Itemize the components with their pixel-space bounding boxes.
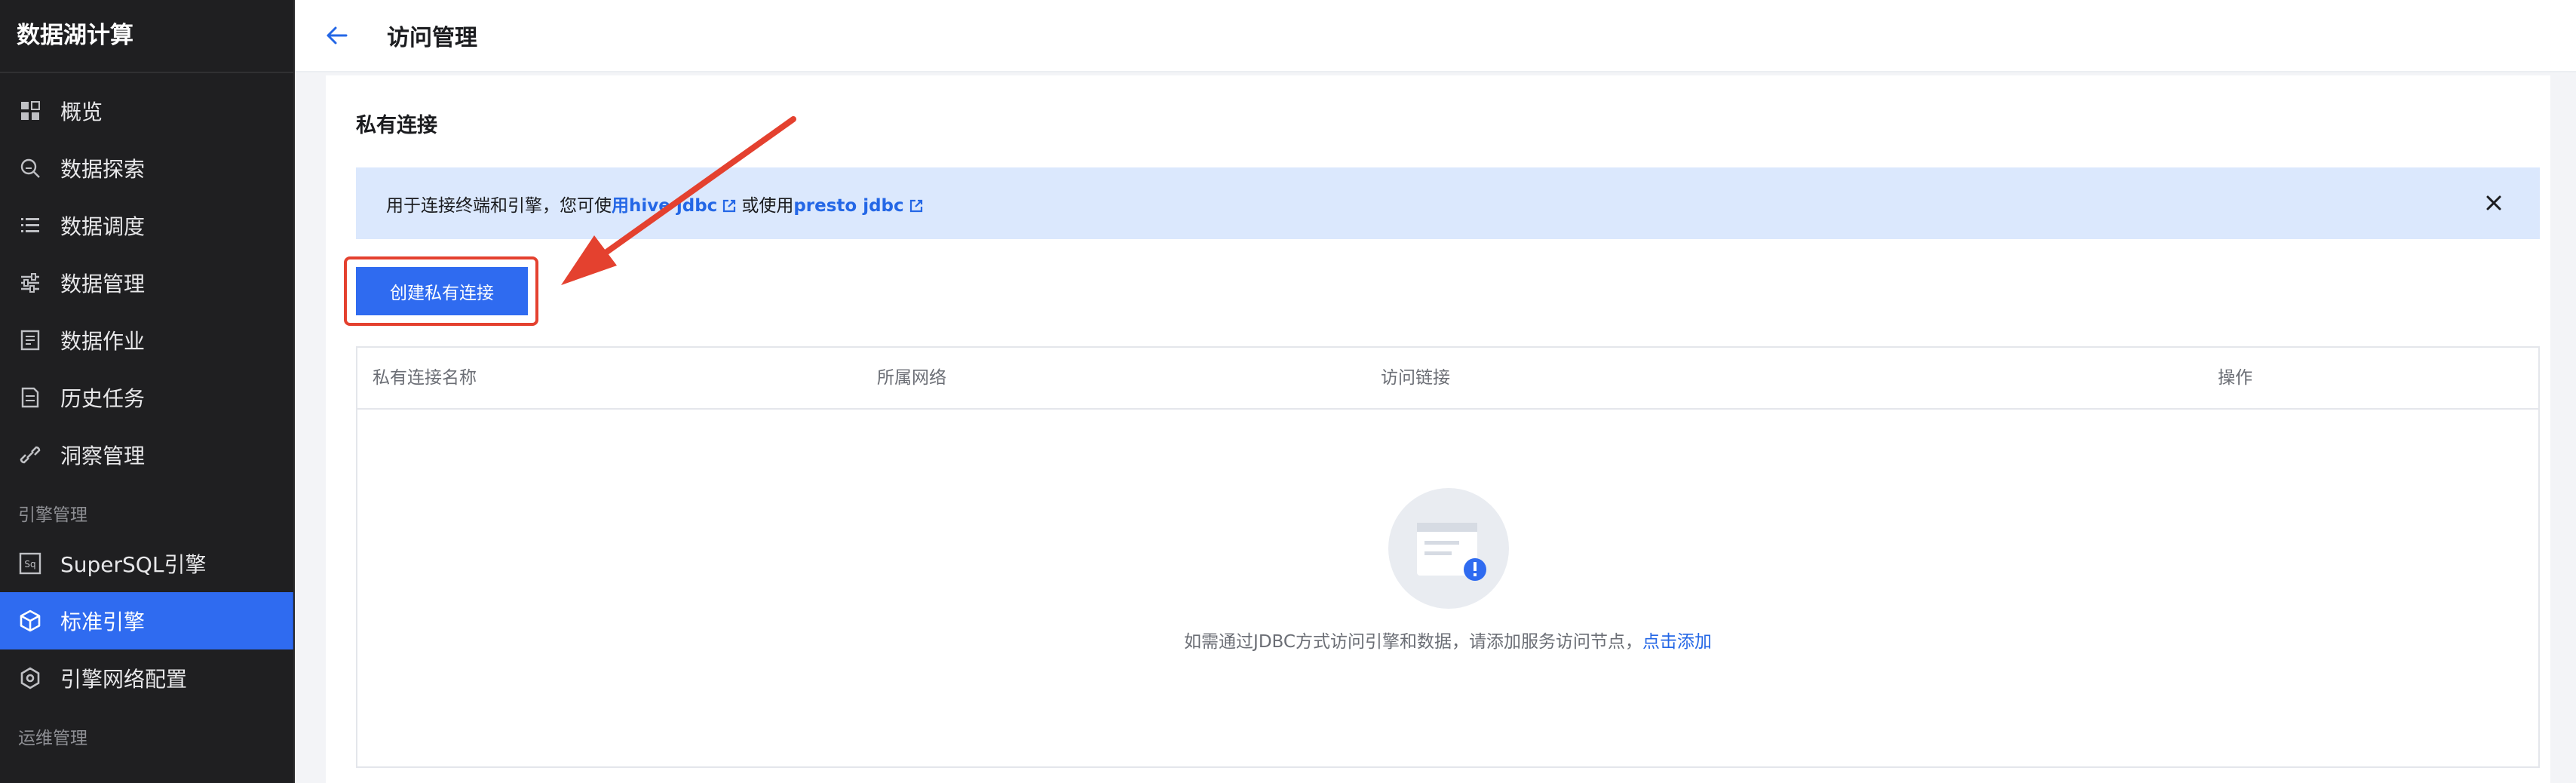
sidebar-nav: 概览 数据探索 数据调度 数据管理 数据作业 历史任务 洞察管理 — [0, 82, 295, 484]
notice-text: 用于连接终端和引擎，您可使用hive jdbc 或使用presto jdbc — [386, 191, 928, 216]
sidebar-item-label: 洞察管理 — [60, 444, 146, 468]
column-header-name: 私有连接名称 — [373, 368, 477, 388]
sidebar-item-label: 概览 — [60, 100, 103, 124]
connections-table: 私有连接名称 所属网络 访问链接 操作 如需通过JDBC方式访问引擎和数据，请添… — [356, 346, 2540, 768]
sidebar-group-ops: 运维管理 — [18, 729, 87, 748]
network-settings-icon — [18, 666, 42, 690]
notice-prefix: 用于连接终端和引擎，您可使 — [386, 195, 612, 216]
presto-jdbc-link-text: presto jdbc — [793, 195, 904, 216]
sidebar-item-label: 引擎网络配置 — [60, 667, 188, 692]
sql-icon: Sq — [18, 551, 42, 576]
sidebar-group-engine: 引擎管理 — [18, 505, 87, 525]
back-button[interactable] — [322, 20, 352, 51]
sidebar-item-data-manage[interactable]: 数据管理 — [0, 254, 295, 312]
sidebar-item-label: 数据管理 — [60, 272, 146, 296]
sidebar-engine-nav: Sq SuperSQL引擎 标准引擎 引擎网络配置 — [0, 535, 295, 707]
sidebar-item-label: SuperSQL引擎 — [60, 552, 207, 577]
history-doc-icon — [18, 385, 42, 410]
svg-text:Sq: Sq — [24, 559, 35, 570]
cube-icon — [18, 609, 42, 633]
sidebar-item-insight[interactable]: 洞察管理 — [0, 426, 295, 484]
info-notice: 用于连接终端和引擎，您可使用hive jdbc 或使用presto jdbc — [356, 167, 2540, 239]
empty-document-icon — [1388, 488, 1509, 609]
sidebar-item-engine-network[interactable]: 引擎网络配置 — [0, 649, 295, 707]
close-notice-button[interactable] — [2481, 190, 2507, 216]
sidebar: 数据湖计算 概览 数据探索 数据调度 数据管理 数据作业 历史任务 洞察管理 引… — [0, 0, 295, 783]
hive-jdbc-link-prefix: 用 — [612, 195, 629, 216]
sidebar-item-overview[interactable]: 概览 — [0, 82, 295, 140]
empty-state-message: 如需通过JDBC方式访问引擎和数据，请添加服务访问节点， — [1184, 632, 1642, 652]
page-title: 访问管理 — [387, 25, 477, 51]
presto-jdbc-link[interactable]: presto jdbc — [793, 196, 928, 216]
main-card: 私有连接 用于连接终端和引擎，您可使用hive jdbc 或使用presto jd… — [326, 75, 2550, 783]
empty-state-text: 如需通过JDBC方式访问引擎和数据，请添加服务访问节点，点击添加 — [357, 627, 2538, 652]
column-header-access-link: 访问链接 — [1381, 368, 1450, 388]
column-header-actions: 操作 — [2218, 368, 2252, 388]
sidebar-item-label: 数据探索 — [60, 157, 146, 182]
external-link-icon — [723, 199, 736, 212]
sidebar-item-label: 标准引擎 — [60, 610, 146, 634]
hive-jdbc-link-text: hive jdbc — [629, 195, 718, 216]
hive-jdbc-link[interactable]: 用hive jdbc — [612, 196, 741, 216]
notice-middle: 或使用 — [741, 195, 794, 216]
empty-state: 如需通过JDBC方式访问引擎和数据，请添加服务访问节点，点击添加 — [357, 408, 2538, 766]
dashboard-icon — [18, 99, 42, 123]
sidebar-item-label: 数据作业 — [60, 329, 146, 354]
app-title: 数据湖计算 — [0, 0, 295, 73]
column-header-network: 所属网络 — [877, 368, 946, 388]
section-title: 私有连接 — [356, 114, 437, 137]
search-data-icon — [18, 156, 42, 180]
document-icon — [18, 328, 42, 352]
sidebar-item-label: 数据调度 — [60, 214, 146, 239]
annotation-highlight-box — [344, 256, 538, 326]
sidebar-item-history-tasks[interactable]: 历史任务 — [0, 369, 295, 426]
arrow-left-icon — [327, 26, 348, 45]
close-icon — [2486, 195, 2501, 210]
sidebar-item-supersql[interactable]: Sq SuperSQL引擎 — [0, 535, 295, 592]
sidebar-item-standard-engine[interactable]: 标准引擎 — [0, 592, 295, 649]
list-icon — [18, 213, 42, 238]
external-link-icon — [909, 199, 922, 212]
sidebar-item-data-jobs[interactable]: 数据作业 — [0, 312, 295, 369]
sidebar-item-data-schedule[interactable]: 数据调度 — [0, 197, 295, 254]
sidebar-item-label: 历史任务 — [60, 386, 146, 411]
page-header: 访问管理 — [295, 0, 2576, 72]
link-icon — [18, 443, 42, 467]
sliders-icon — [18, 271, 42, 295]
sidebar-divider — [293, 0, 295, 783]
add-endpoint-link[interactable]: 点击添加 — [1642, 632, 1712, 652]
sidebar-item-data-explore[interactable]: 数据探索 — [0, 140, 295, 197]
table-header: 私有连接名称 所属网络 访问链接 操作 — [357, 348, 2538, 410]
